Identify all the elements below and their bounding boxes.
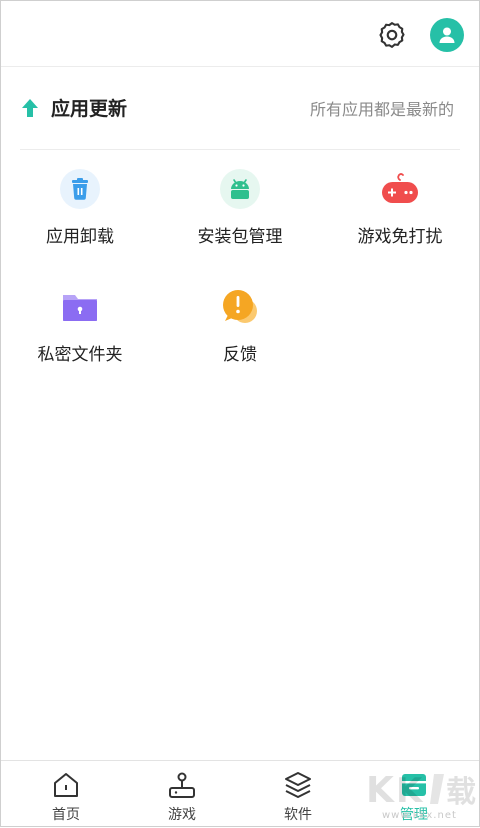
user-icon xyxy=(439,27,455,43)
avatar[interactable] xyxy=(430,18,464,52)
tool-label: 反馈 xyxy=(223,345,257,365)
feedback-icon xyxy=(223,290,257,323)
icon-wrap xyxy=(60,169,100,209)
trash-icon xyxy=(60,169,100,209)
nav-label: 软件 xyxy=(284,807,312,823)
nav-icon-wrap xyxy=(399,770,429,800)
bottom-nav: 首页 游戏 软件 管理 xyxy=(0,760,480,828)
gear-icon xyxy=(379,22,405,48)
tool-label: 私密文件夹 xyxy=(37,345,123,365)
nav-label: 管理 xyxy=(400,807,428,823)
tool-game-do-not-disturb[interactable]: 游戏免打扰 xyxy=(320,169,480,269)
arrow-up-icon xyxy=(22,99,38,117)
manage-icon xyxy=(402,774,426,796)
nav-label: 游戏 xyxy=(168,807,196,823)
app-update-row[interactable]: 应用更新 所有应用都是最新的 xyxy=(20,92,460,124)
nav-manage[interactable]: 管理 xyxy=(354,761,474,828)
tool-label: 应用卸载 xyxy=(46,227,114,247)
layers-icon xyxy=(285,772,311,798)
tool-label: 安装包管理 xyxy=(197,227,283,247)
nav-games[interactable]: 游戏 xyxy=(122,761,242,828)
tool-label: 游戏免打扰 xyxy=(357,227,443,247)
home-icon xyxy=(54,773,78,797)
nav-software[interactable]: 软件 xyxy=(238,761,358,828)
icon-wrap xyxy=(220,287,260,327)
nav-icon-wrap xyxy=(283,770,313,800)
nav-home[interactable]: 首页 xyxy=(6,761,126,828)
tool-app-uninstall[interactable]: 应用卸载 xyxy=(0,169,160,269)
lock-folder-icon xyxy=(63,295,97,321)
nav-icon-wrap xyxy=(51,770,81,800)
top-bar xyxy=(0,0,480,67)
tool-package-manager[interactable]: 安装包管理 xyxy=(160,169,320,269)
joystick-icon xyxy=(169,772,195,798)
android-icon xyxy=(220,169,260,209)
settings-button[interactable] xyxy=(372,15,412,55)
icon-wrap xyxy=(380,169,420,209)
gamepad-icon xyxy=(382,173,418,203)
nav-label: 首页 xyxy=(52,807,80,823)
tool-private-folder[interactable]: 私密文件夹 xyxy=(0,287,160,387)
icon-wrap xyxy=(220,169,260,209)
tool-feedback[interactable]: 反馈 xyxy=(160,287,320,387)
app-update-title: 应用更新 xyxy=(51,98,128,120)
app-update-status: 所有应用都是最新的 xyxy=(309,100,454,119)
icon-wrap xyxy=(60,287,100,327)
nav-icon-wrap xyxy=(167,770,197,800)
divider xyxy=(20,149,460,150)
window-frame xyxy=(0,0,480,827)
